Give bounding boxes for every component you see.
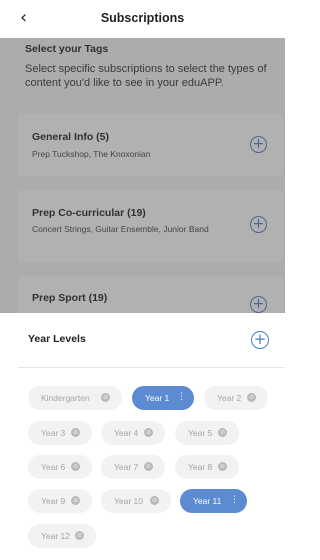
disabled-icon: ⊘ [247,393,256,402]
year-levels-title: Year Levels [28,333,86,345]
chip-label: Year 6 [41,462,66,472]
chip-label: Year 9 [41,496,66,506]
year-levels-sheet: Year Levels + Kindergarten ⊘ Year 1 ⋮ Ye… [0,313,285,560]
disabled-icon: ⊘ [150,496,159,505]
more-vertical-icon[interactable]: ⋮ [230,496,239,505]
chip-year-3[interactable]: Year 3 ⊘ [28,421,92,445]
chip-year-2[interactable]: Year 2 ⊘ [204,386,268,410]
chip-year-4[interactable]: Year 4 ⊘ [101,421,165,445]
chip-year-11[interactable]: Year 11 ⋮ [180,489,247,513]
chip-label: Year 4 [114,428,139,438]
chip-label: Year 5 [188,428,213,438]
chip-label: Kindergarten [41,393,90,403]
disabled-icon: ⊘ [218,462,227,471]
plus-circle-icon[interactable]: + [251,331,269,349]
chip-kindergarten[interactable]: Kindergarten ⊘ [28,386,122,410]
chip-label: Year 11 [193,496,222,506]
nav-bar: ‹ Subscriptions [0,0,285,38]
more-vertical-icon[interactable]: ⋮ [177,393,186,402]
disabled-icon: ⊘ [144,428,153,437]
chip-label: Year 10 [114,496,143,506]
chip-label: Year 1 [145,393,170,403]
chip-label: Year 8 [188,462,213,472]
chip-year-5[interactable]: Year 5 ⊘ [175,421,239,445]
disabled-icon: ⊘ [71,462,80,471]
chip-label: Year 12 [41,531,70,541]
chip-year-9[interactable]: Year 9 ⊘ [28,489,92,513]
disabled-icon: ⊘ [75,531,84,540]
chip-year-1[interactable]: Year 1 ⋮ [132,386,194,410]
disabled-icon: ⊘ [144,462,153,471]
disabled-icon: ⊘ [71,428,80,437]
chip-label: Year 2 [217,393,242,403]
page-title: Subscriptions [100,11,185,25]
divider [18,367,285,368]
chip-year-10[interactable]: Year 10 ⊘ [101,489,171,513]
chip-year-7[interactable]: Year 7 ⊘ [101,455,165,479]
disabled-icon: ⊘ [71,496,80,505]
chip-year-6[interactable]: Year 6 ⊘ [28,455,92,479]
chip-label: Year 7 [114,462,139,472]
disabled-icon: ⊘ [101,393,110,402]
chip-year-8[interactable]: Year 8 ⊘ [175,455,239,479]
chip-year-12[interactable]: Year 12 ⊘ [28,524,96,548]
disabled-icon: ⊘ [218,428,227,437]
chip-label: Year 3 [41,428,66,438]
